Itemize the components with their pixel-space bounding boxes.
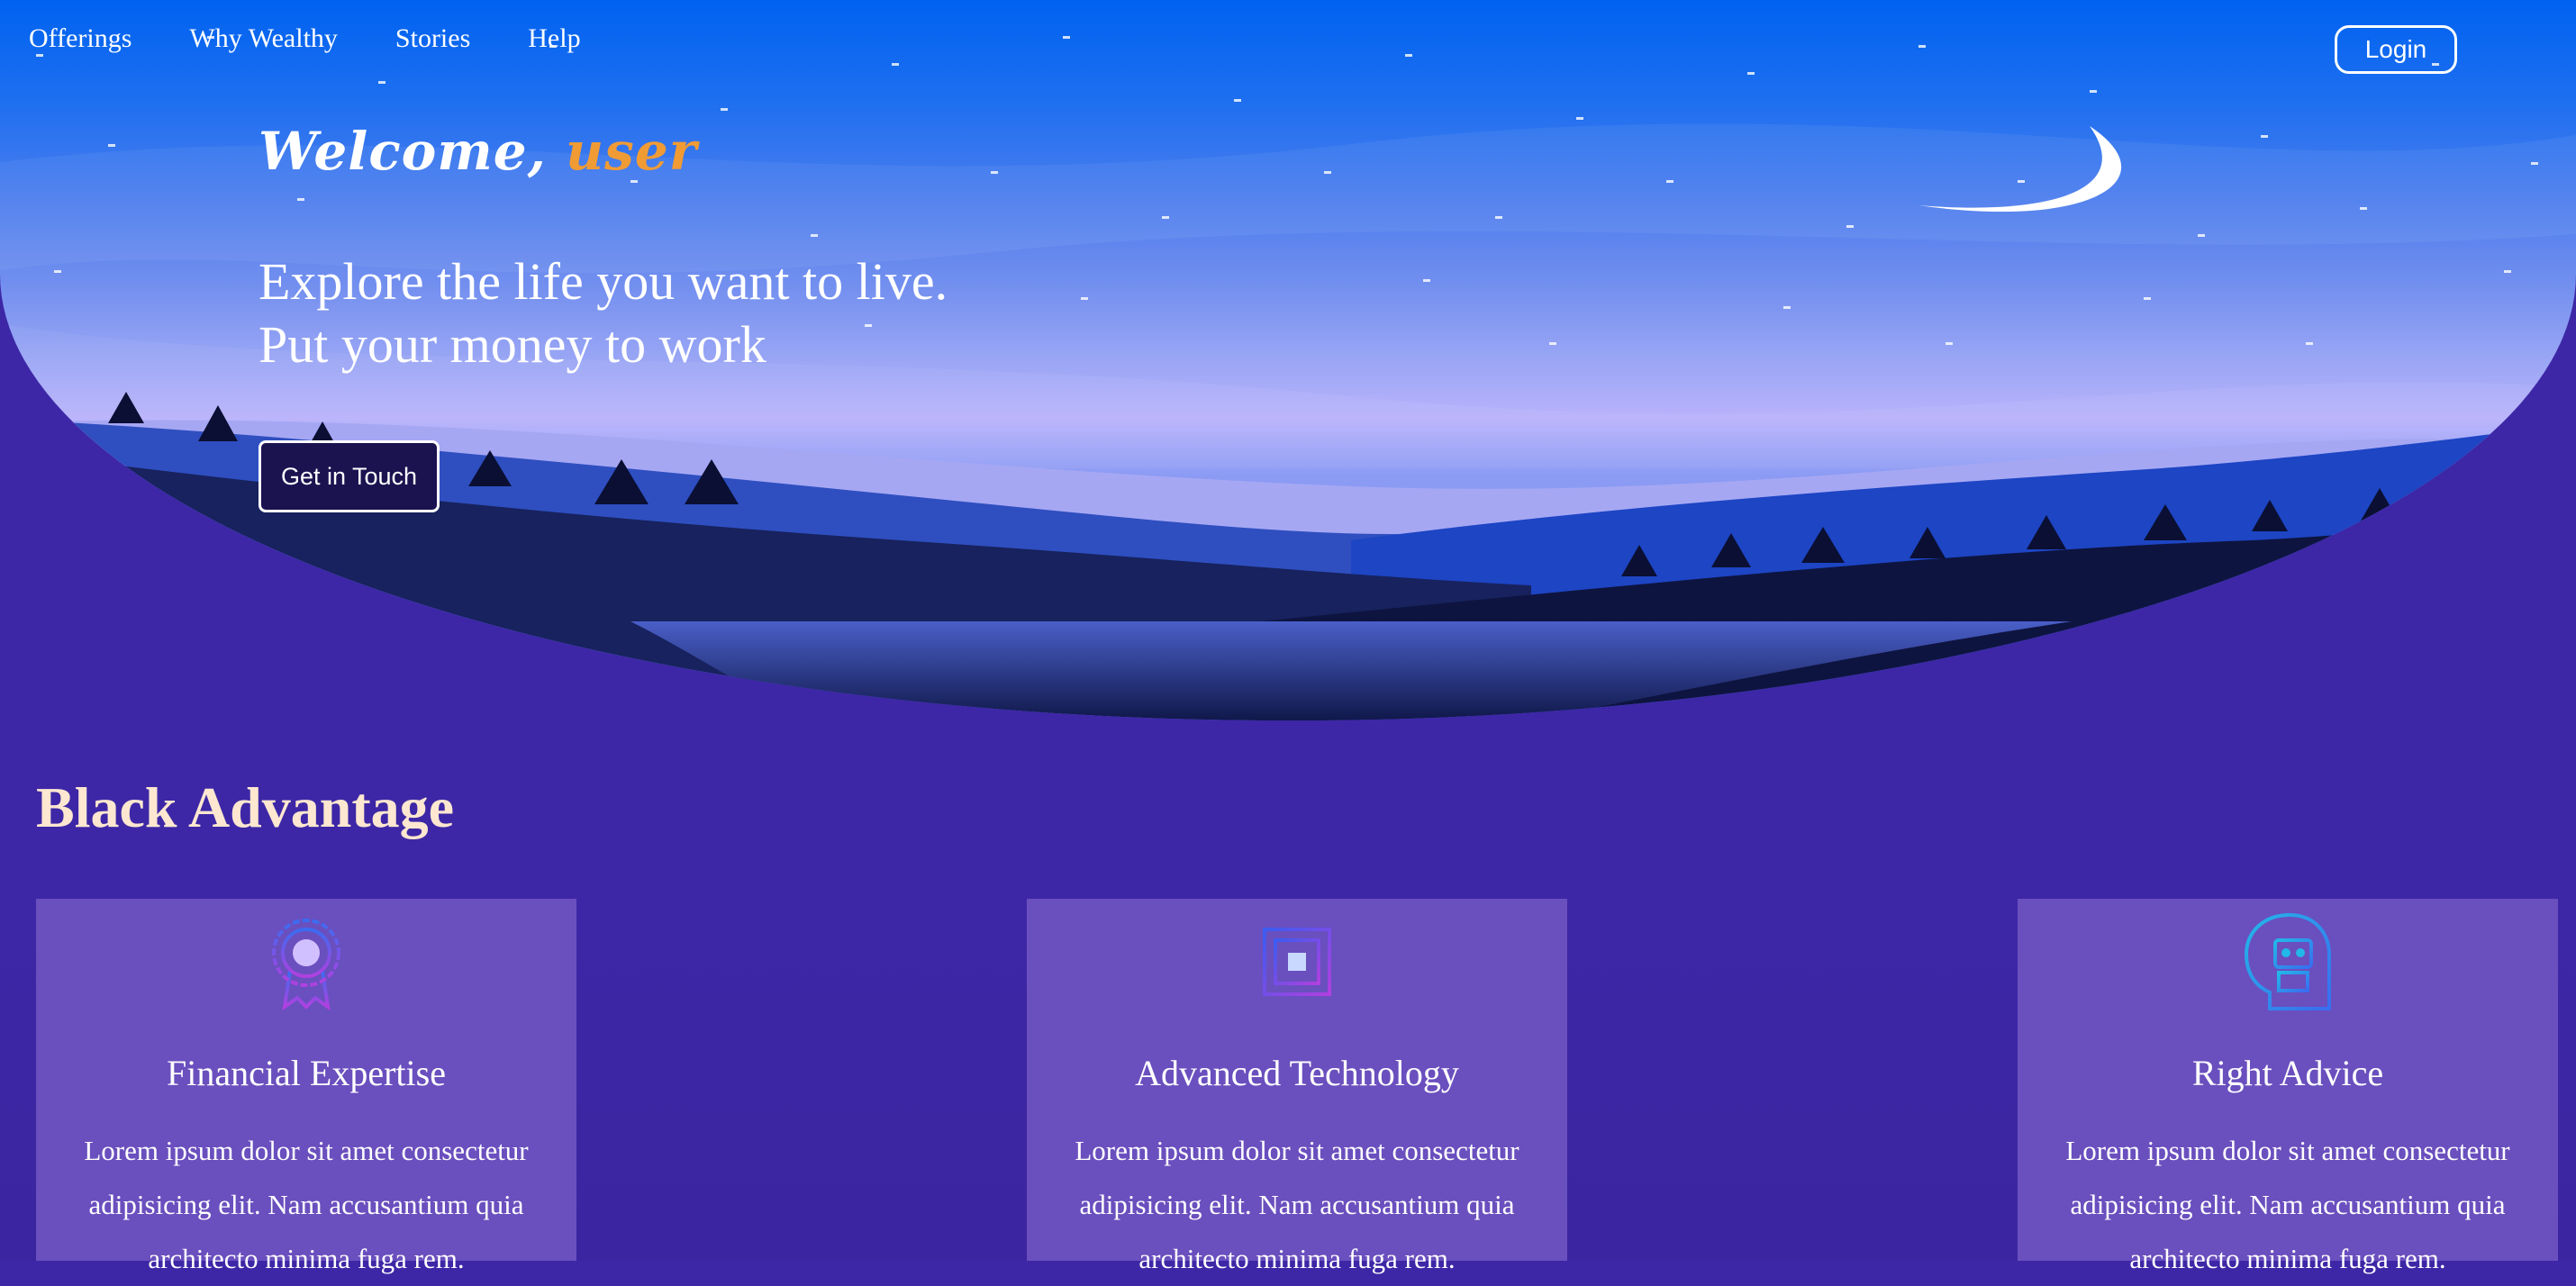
hero-banner: Welcome, user Explore the life you want … <box>0 0 2576 720</box>
card-title: Advanced Technology <box>1135 1053 1459 1093</box>
login-button[interactable]: Login <box>2335 25 2457 74</box>
feature-card-financial-expertise: Financial Expertise Lorem ipsum dolor si… <box>36 899 576 1274</box>
top-navigation: Offerings Why Wealthy Stories Help <box>29 23 581 54</box>
card-title: Right Advice <box>2191 1053 2384 1093</box>
section-title: Black Advantage <box>36 775 455 839</box>
card-text: Lorem ipsum dolor sit amet consectetur a… <box>1075 1135 1519 1274</box>
welcome-user-name: user <box>566 121 698 182</box>
welcome-prefix: Welcome, <box>259 121 547 182</box>
feature-card-advanced-technology: Advanced Technology Lorem ipsum dolor si… <box>1027 899 1567 1274</box>
cpu-chip-icon <box>1252 917 1342 1007</box>
card-title: Financial Expertise <box>167 1053 446 1093</box>
tagline-line-2: Put your money to work <box>259 315 766 374</box>
feature-card-right-advice: Right Advice Lorem ipsum dolor sit amet … <box>2018 899 2558 1274</box>
get-in-touch-button[interactable]: Get in Touch <box>259 440 440 512</box>
award-ribbon-icon <box>272 919 340 1011</box>
welcome-heading: Welcome, user <box>259 121 697 182</box>
nav-item-help[interactable]: Help <box>528 23 580 54</box>
card-text: Lorem ipsum dolor sit amet consectetur a… <box>84 1135 529 1274</box>
nav-item-offerings[interactable]: Offerings <box>29 23 132 54</box>
robot-head-icon <box>2244 912 2331 1010</box>
hero-tagline: Explore the life you want to live. Put y… <box>259 250 948 376</box>
nav-item-why-wealthy[interactable]: Why Wealthy <box>189 23 338 54</box>
card-text: Lorem ipsum dolor sit amet consectetur a… <box>2065 1135 2510 1274</box>
nav-item-stories[interactable]: Stories <box>395 23 470 54</box>
tagline-line-1: Explore the life you want to live. <box>259 252 948 311</box>
